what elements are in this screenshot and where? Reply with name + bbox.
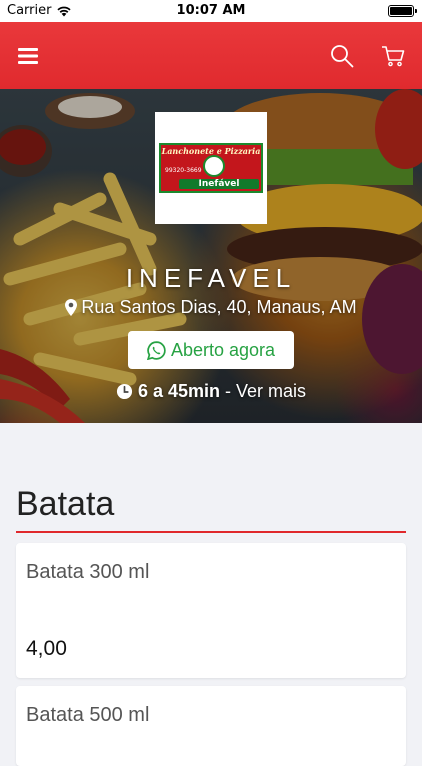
clock-icon bbox=[116, 383, 133, 400]
status-bar: Carrier 10:07 AM bbox=[0, 0, 422, 22]
status-time: 10:07 AM bbox=[176, 3, 246, 18]
store-logo: Lanchonete e Pizzaria 99320-3669 Inefáve… bbox=[155, 112, 267, 224]
logo-name: Inefável bbox=[179, 179, 259, 189]
store-name: INEFAVEL bbox=[125, 263, 297, 293]
battery-icon bbox=[388, 5, 417, 17]
top-nav-bar bbox=[0, 22, 422, 89]
cart-button[interactable] bbox=[367, 22, 419, 89]
store-address: Rua Santos Dias, 40, Manaus, AM bbox=[0, 297, 422, 318]
product-card[interactable]: Batata 300 ml 4,00 bbox=[16, 543, 406, 678]
logo-phone: 99320-3669 bbox=[165, 167, 202, 174]
open-status-label: Aberto agora bbox=[170, 339, 276, 360]
menu-button[interactable] bbox=[2, 22, 54, 89]
map-marker-icon bbox=[65, 299, 78, 316]
delivery-time-row[interactable]: 6 a 45min - Ver mais bbox=[0, 381, 422, 402]
logo-artwork: Lanchonete e Pizzaria 99320-3669 Inefáve… bbox=[159, 143, 263, 193]
address-text: Rua Santos Dias, 40, Manaus, AM bbox=[81, 297, 357, 317]
logo-chef-icon bbox=[203, 155, 225, 177]
category-divider bbox=[16, 531, 406, 533]
product-name: Batata 300 ml bbox=[26, 561, 150, 583]
cart-icon bbox=[382, 45, 405, 66]
hamburger-icon bbox=[18, 47, 38, 64]
product-card[interactable]: Batata 500 ml bbox=[16, 686, 406, 766]
search-button[interactable] bbox=[316, 22, 368, 89]
store-hero-banner: Lanchonete e Pizzaria 99320-3669 Inefáve… bbox=[0, 89, 422, 423]
whatsapp-icon bbox=[146, 340, 166, 360]
see-more-link[interactable]: - Ver mais bbox=[225, 381, 306, 402]
search-icon bbox=[331, 44, 354, 67]
product-price: 4,00 bbox=[26, 637, 67, 660]
whatsapp-open-button[interactable]: Aberto agora bbox=[128, 331, 294, 369]
category-title: Batata bbox=[16, 485, 115, 523]
delivery-time: 6 a 45min bbox=[137, 381, 220, 401]
product-name: Batata 500 ml bbox=[26, 704, 150, 726]
